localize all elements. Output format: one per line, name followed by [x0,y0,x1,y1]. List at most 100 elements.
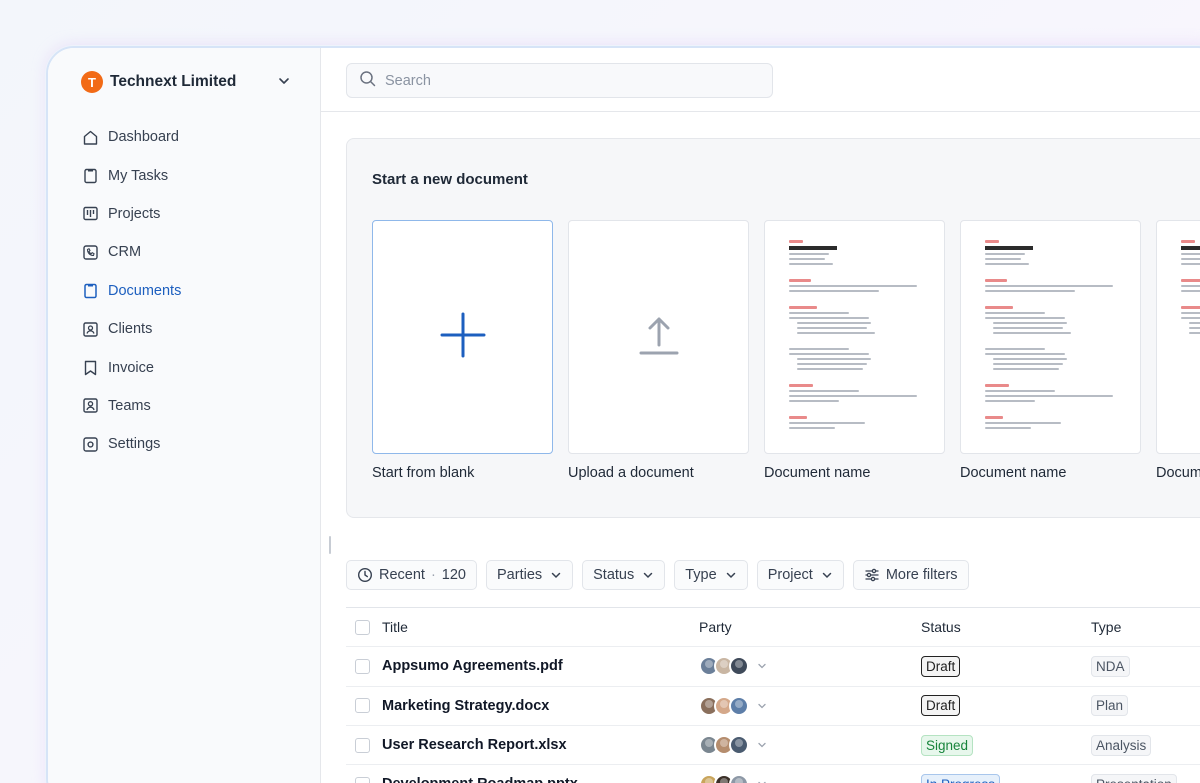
row-checkbox[interactable] [355,737,370,753]
type-cell: Presentation [1091,773,1177,783]
type-cell: Analysis [1091,734,1152,756]
kanban-icon [81,205,99,223]
document-thumbnail[interactable] [1156,220,1200,454]
avatar [729,774,749,783]
start-from-blank-card[interactable]: Start from blank [372,220,553,481]
status-badge: Draft [921,695,961,717]
upload-document-card[interactable]: Upload a document [568,220,749,481]
chevron-down-icon[interactable] [277,74,291,93]
row-checkbox[interactable] [355,776,370,783]
clock-icon [357,567,373,583]
sidebar-item-dashboard[interactable]: Dashboard [81,118,181,156]
table-row[interactable]: Appsumo Agreements.pdf Draft NDA [346,646,1200,685]
resume-preview [765,221,944,453]
document-template-card[interactable]: Document name [1156,220,1200,481]
chevron-down-icon[interactable] [757,661,767,671]
new-document-panel: Start a new document Start from blank Up… [346,138,1200,518]
sidebar-item-documents[interactable]: Documents [81,272,181,310]
sidebar-item-clients[interactable]: Clients [81,310,181,348]
sidebar-item-settings[interactable]: Settings [81,425,181,463]
document-thumbnail[interactable] [764,220,945,454]
card-label: Start from blank [372,465,475,481]
home-icon [81,128,99,146]
type-tag: Plan [1091,695,1129,717]
status-badge: Draft [921,655,961,677]
column-party[interactable]: Party [699,619,732,635]
column-title[interactable]: Title [382,619,408,635]
table-row[interactable]: Development Roadmap.pptx In Progress Prese… [346,764,1200,783]
document-thumbnail[interactable] [960,220,1141,454]
column-type[interactable]: Type [1091,619,1121,635]
chevron-down-icon[interactable] [757,740,767,750]
sidebar: T Technext Limited Dashboard My Tasks Pr… [48,48,321,783]
sidebar-item-projects[interactable]: Projects [81,195,181,233]
app-window: T Technext Limited Dashboard My Tasks Pr… [46,46,1200,783]
column-status[interactable]: Status [921,619,961,635]
chevron-down-icon[interactable] [757,701,767,711]
contact-icon [81,320,99,338]
main-content: Start a new document Start from blank Up… [321,48,1200,783]
type-label: Type [685,567,717,583]
sidebar-nav: Dashboard My Tasks Projects CRM Document… [81,118,181,464]
type-filter[interactable]: Type [674,560,748,590]
sidebar-item-crm[interactable]: CRM [81,233,181,271]
search-input[interactable] [385,72,745,89]
card-label: Upload a document [568,465,694,481]
avatar [729,656,749,677]
document-title[interactable]: Appsumo Agreements.pdf [382,658,563,674]
party-cell[interactable] [699,695,767,716]
card-label: Document name [764,465,871,481]
organization-switcher[interactable]: T Technext Limited [81,70,291,94]
clipboard-icon [81,282,99,300]
documents-table: Title Party Status Type Appsumo Agreemen… [346,607,1200,783]
sidebar-item-teams[interactable]: Teams [81,387,181,425]
search-box[interactable] [346,63,773,98]
party-cell[interactable] [699,735,767,756]
organization-name: Technext Limited [110,73,237,90]
avatar-group [699,774,749,783]
project-filter[interactable]: Project [756,560,844,590]
chevron-down-icon[interactable] [757,779,767,783]
row-checkbox[interactable] [355,658,370,674]
party-cell[interactable] [699,656,767,677]
avatar-group [699,656,749,677]
filter-bar: Recent · 120 Parties Status Type Project [346,560,969,590]
card-preview[interactable] [568,220,749,454]
parties-label: Parties [497,567,543,583]
gear-icon [81,435,99,453]
type-tag: Analysis [1091,734,1152,756]
search-icon [359,70,376,92]
document-title[interactable]: Development Roadmap.pptx [382,776,578,783]
avatar [729,695,749,716]
status-cell: Draft [921,655,961,677]
sidebar-item-label: Clients [108,321,153,338]
table-row[interactable]: User Research Report.xlsx Signed Analysis [346,724,1200,764]
sidebar-item-label: Settings [108,436,161,453]
parties-filter[interactable]: Parties [486,560,574,590]
status-label: Status [593,567,635,583]
organization-logo: T [81,71,103,93]
clipboard-icon [81,167,99,185]
sidebar-item-label: Invoice [108,359,154,376]
top-bar [321,48,1200,112]
select-all-checkbox[interactable] [355,619,370,635]
row-checkbox[interactable] [355,698,370,714]
plus-icon [439,311,487,364]
sidebar-item-invoice[interactable]: Invoice [81,348,181,386]
recent-count: 120 [441,567,466,583]
chevron-down-icon [725,569,737,581]
recent-filter[interactable]: Recent · 120 [346,560,477,590]
sidebar-item-my-tasks[interactable]: My Tasks [81,156,181,194]
avatar-group [699,695,749,716]
card-preview[interactable] [372,220,553,454]
document-template-card[interactable]: Document name [764,220,945,481]
table-row[interactable]: Marketing Strategy.docx Draft Plan [346,685,1200,725]
sidebar-item-label: CRM [108,244,142,261]
status-filter[interactable]: Status [582,560,666,590]
document-title[interactable]: User Research Report.xlsx [382,737,567,753]
document-template-card[interactable]: Document name [960,220,1141,481]
document-title[interactable]: Marketing Strategy.docx [382,698,549,714]
party-cell[interactable] [699,774,767,783]
type-tag: NDA [1091,655,1130,677]
more-filters-button[interactable]: More filters [852,560,969,590]
